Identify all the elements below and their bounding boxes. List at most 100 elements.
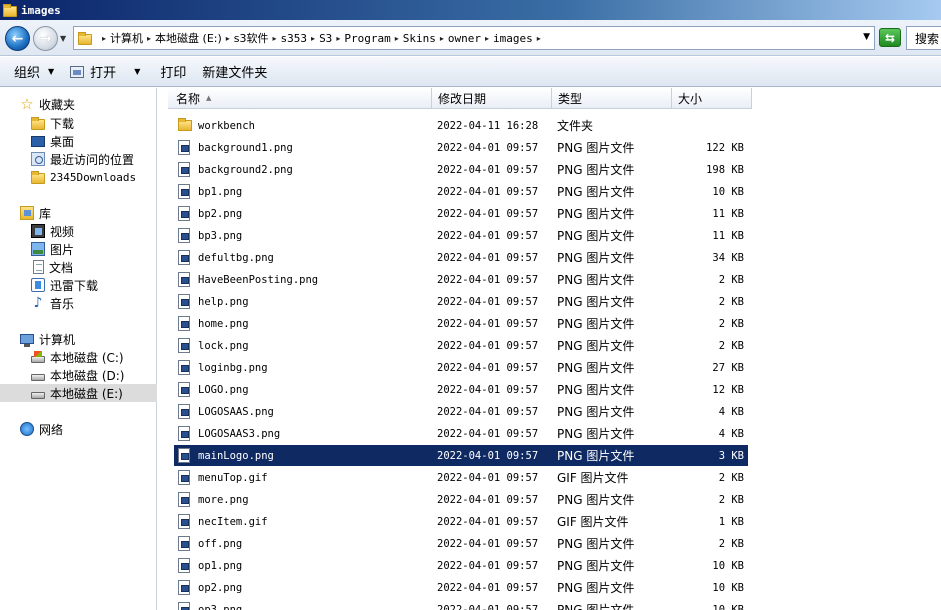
sidebar-item-downloads[interactable]: 下载 [0, 114, 157, 132]
chevron-right-icon[interactable]: ▸ [311, 34, 315, 43]
file-date: 2022-04-01 09:57 [437, 185, 539, 198]
column-header-date[interactable]: 修改日期 [432, 88, 552, 109]
title-bar[interactable]: images [0, 0, 941, 20]
breadcrumb-item[interactable]: owner [448, 32, 481, 45]
breadcrumb-item[interactable]: s353 [281, 32, 308, 45]
chevron-down-icon[interactable]: ▼ [134, 67, 140, 76]
file-date: 2022-04-11 16:28 [437, 119, 539, 132]
chevron-right-icon[interactable]: ▸ [226, 34, 230, 43]
sidebar-item-pictures[interactable]: 图片 [0, 240, 157, 258]
file-row[interactable]: LOGO.png 2022-04-01 09:57 PNG 图片文件 12 KB [174, 379, 748, 400]
file-row[interactable]: mainLogo.png 2022-04-01 09:57 PNG 图片文件 3 KB [174, 445, 748, 466]
address-bar[interactable]: ▸ 计算机 ▸ 本地磁盘 (E:) ▸ s3软件 ▸ s353 ▸ S3 ▸ P… [73, 26, 875, 50]
column-header-label: 修改日期 [438, 91, 487, 106]
sidebar-item-network[interactable]: 网络 [0, 420, 157, 438]
sidebar-item-favorites[interactable]: ☆ 收藏夹 [0, 95, 157, 113]
column-header-name[interactable]: 名称 ▲ [168, 88, 432, 109]
file-row[interactable]: LOGOSAAS3.png 2022-04-01 09:57 PNG 图片文件 4 K… [174, 423, 748, 444]
file-size: 4 KB [718, 427, 744, 440]
breadcrumb-item[interactable]: 本地磁盘 (E:) [155, 30, 222, 46]
sidebar-item-2345downloads[interactable]: 2345Downloads [0, 168, 157, 186]
file-row[interactable]: more.png 2022-04-01 09:57 PNG 图片文件 2 KB [174, 489, 748, 510]
file-type: PNG 图片文件 [557, 361, 635, 375]
file-name: menuTop.gif [198, 471, 268, 484]
file-row[interactable]: bp2.png 2022-04-01 09:57 PNG 图片文件 11 KB [174, 203, 748, 224]
chevron-right-icon[interactable]: ▸ [147, 34, 151, 43]
sidebar-item-music[interactable]: ♪ 音乐 [0, 294, 157, 312]
chevron-right-icon[interactable]: ▸ [485, 34, 489, 43]
file-type: PNG 图片文件 [557, 559, 635, 573]
file-date: 2022-04-01 09:57 [437, 251, 539, 264]
forward-button[interactable]: → [33, 26, 58, 51]
file-row[interactable]: menuTop.gif 2022-04-01 09:57 GIF 图片文件 2 KB [174, 467, 748, 488]
breadcrumb-item[interactable]: Program [344, 32, 390, 45]
column-header-type[interactable]: 类型 [552, 88, 672, 109]
chevron-right-icon[interactable]: ▸ [273, 34, 277, 43]
recent-pages-dropdown[interactable]: ▼ [60, 34, 66, 43]
breadcrumb-item[interactable]: S3 [319, 32, 332, 45]
file-row[interactable]: op2.png 2022-04-01 09:57 PNG 图片文件 10 KB [174, 577, 748, 598]
sidebar-item-desktop[interactable]: 桌面 [0, 132, 157, 150]
sidebar-item-documents[interactable]: 文档 [0, 258, 157, 276]
file-size: 4 KB [718, 405, 744, 418]
file-row[interactable]: off.png 2022-04-01 09:57 PNG 图片文件 2 KB [174, 533, 748, 554]
chevron-right-icon[interactable]: ▸ [336, 34, 340, 43]
chevron-right-icon[interactable]: ▸ [395, 34, 399, 43]
search-input[interactable]: 搜索 [906, 26, 941, 50]
breadcrumb-item[interactable]: Skins [403, 32, 436, 45]
sidebar-item-computer[interactable]: 计算机 [0, 330, 157, 348]
sidebar-item-drive-e[interactable]: 本地磁盘 (E:) [0, 384, 157, 402]
sidebar-item-drive-c[interactable]: 本地磁盘 (C:) [0, 348, 157, 366]
chevron-right-icon[interactable]: ▸ [440, 34, 444, 43]
chevron-right-icon[interactable]: ▸ [537, 34, 541, 43]
sidebar-item-libraries[interactable]: 库 [0, 204, 157, 222]
breadcrumb-item[interactable]: 计算机 [110, 30, 143, 46]
refresh-button[interactable]: ⇆ [879, 28, 901, 47]
sidebar-item-thunder[interactable]: 迅雷下载 [0, 276, 157, 294]
file-date: 2022-04-01 09:57 [437, 427, 539, 440]
file-name: loginbg.png [198, 361, 268, 374]
back-button[interactable]: ← [5, 26, 30, 51]
column-header-size[interactable]: 大小 [672, 88, 752, 109]
video-icon [31, 224, 45, 238]
organize-button[interactable]: 组织 ▼ [6, 61, 62, 83]
navigation-pane[interactable]: ☆ 收藏夹 下载 桌面 最近访问的位置 2345Downloads 库 视频 图… [0, 88, 157, 610]
sidebar-item-label: 最近访问的位置 [50, 152, 135, 167]
chevron-right-icon[interactable]: ▸ [102, 34, 106, 43]
address-history-dropdown[interactable]: ▼ [863, 32, 870, 42]
file-row[interactable]: background2.png 2022-04-01 09:57 PNG 图片文件 1… [174, 159, 748, 180]
sidebar-item-videos[interactable]: 视频 [0, 222, 157, 240]
file-row[interactable]: necItem.gif 2022-04-01 09:57 GIF 图片文件 1 KB [174, 511, 748, 532]
file-row[interactable]: op3.png 2022-04-01 09:57 PNG 图片文件 10 KB [174, 599, 748, 610]
file-row[interactable]: op1.png 2022-04-01 09:57 PNG 图片文件 10 KB [174, 555, 748, 576]
breadcrumb-item[interactable]: images [493, 32, 533, 45]
file-row[interactable]: home.png 2022-04-01 09:57 PNG 图片文件 2 KB [174, 313, 748, 334]
file-row[interactable]: bp1.png 2022-04-01 09:57 PNG 图片文件 10 KB [174, 181, 748, 202]
file-row[interactable]: lock.png 2022-04-01 09:57 PNG 图片文件 2 KB [174, 335, 748, 356]
file-row[interactable]: defultbg.png 2022-04-01 09:57 PNG 图片文件 34 K… [174, 247, 748, 268]
file-date: 2022-04-01 09:57 [437, 207, 539, 220]
file-row[interactable]: LOGOSAAS.png 2022-04-01 09:57 PNG 图片文件 4 KB [174, 401, 748, 422]
sidebar-item-drive-d[interactable]: 本地磁盘 (D:) [0, 366, 157, 384]
file-row[interactable]: help.png 2022-04-01 09:57 PNG 图片文件 2 KB [174, 291, 748, 312]
print-button[interactable]: 打印 [152, 61, 194, 83]
file-list[interactable]: 名称 ▲ 修改日期 类型 大小 workbench 2022-04-11 16:2… [160, 88, 941, 610]
file-size: 198 KB [706, 163, 744, 176]
file-row[interactable]: background1.png 2022-04-01 09:57 PNG 图片文件 1… [174, 137, 748, 158]
file-row[interactable]: bp3.png 2022-04-01 09:57 PNG 图片文件 11 KB [174, 225, 748, 246]
folder-icon [178, 115, 192, 136]
breadcrumb-item[interactable]: s3软件 [234, 30, 269, 46]
file-date: 2022-04-01 09:57 [437, 559, 539, 572]
file-row[interactable]: HaveBeenPosting.png 2022-04-01 09:57 PNG 图… [174, 269, 748, 290]
column-header-label: 大小 [678, 91, 703, 106]
file-type: PNG 图片文件 [557, 339, 635, 353]
image-file-icon [178, 225, 192, 246]
file-size: 10 KB [712, 185, 744, 198]
folder-row[interactable]: workbench 2022-04-11 16:28 文件夹 [174, 115, 748, 136]
sidebar-item-recent[interactable]: 最近访问的位置 [0, 150, 157, 168]
file-row[interactable]: loginbg.png 2022-04-01 09:57 PNG 图片文件 27 KB [174, 357, 748, 378]
new-folder-button[interactable]: 新建文件夹 [194, 61, 275, 83]
organize-label: 组织 [14, 66, 41, 81]
open-button[interactable]: 打开 ▼ [62, 61, 148, 83]
file-type: PNG 图片文件 [557, 295, 635, 309]
